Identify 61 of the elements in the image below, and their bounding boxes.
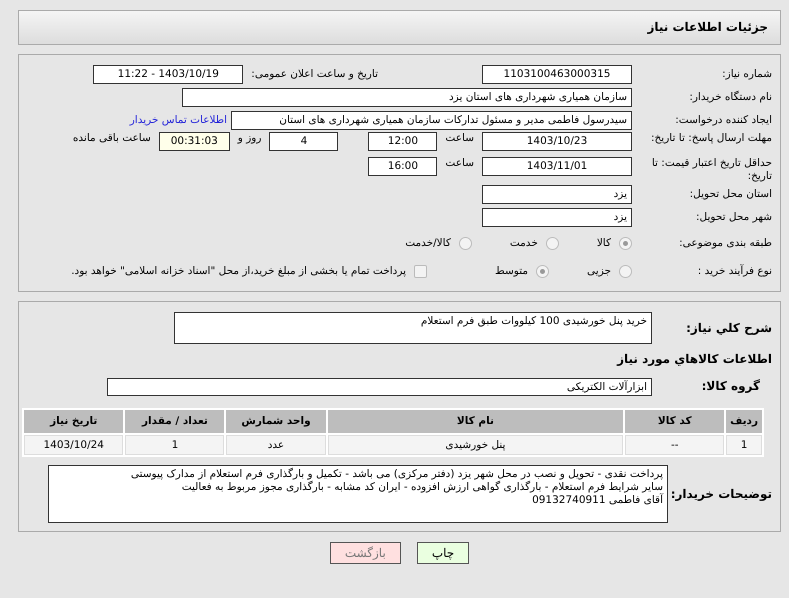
field-label: ساعت xyxy=(444,132,475,146)
text-field[interactable]: 4 xyxy=(269,132,338,151)
table-cell: 1 xyxy=(125,435,224,456)
field-label: استان محل تحویل: xyxy=(688,188,773,202)
option-label: خدمت xyxy=(510,236,538,250)
text-field[interactable]: یزد xyxy=(482,185,632,204)
table-cell: 1403/10/24 xyxy=(24,435,124,456)
option-label: جزیی xyxy=(587,264,611,278)
text-field[interactable]: 1403/10/23 xyxy=(482,132,632,151)
column-header: واحد شمارش xyxy=(226,410,326,434)
column-header: تعداد / مقدار xyxy=(125,410,224,434)
table-cell: پنل خورشیدی xyxy=(328,435,624,456)
field-label: طبقه بندی موضوعی: xyxy=(678,236,773,250)
page-title: جزئیات اطلاعات نیاز xyxy=(647,20,768,35)
field-label: حداقل تاریخ اعتبار قیمت: تا تاریخ: xyxy=(650,157,773,184)
field-label: شهر محل تحویل: xyxy=(695,211,773,224)
field-label: روز و xyxy=(236,132,262,146)
field-label: نوع فرآیند خرید : xyxy=(696,264,773,278)
field-label: ساعت باقی مانده xyxy=(72,132,152,146)
checkbox-label: پرداخت تمام یا بخشی از مبلغ خرید،از محل "اسناد خزانه اسلامی" خواهد بود. xyxy=(71,264,406,278)
description-field[interactable]: خرید پنل خورشیدی 100 کیلووات طبق فرم استعلام xyxy=(174,312,652,344)
checkbox[interactable] xyxy=(414,264,428,278)
print-button[interactable]: چاپ xyxy=(416,542,470,564)
table-cell: 1 xyxy=(726,435,762,456)
column-header: تاریخ نیاز xyxy=(24,410,124,434)
radio-button[interactable] xyxy=(619,264,632,278)
section-title: اطلاعات کالاهاي مورد نياز xyxy=(617,352,773,368)
text-field[interactable]: 1403/10/19 - 11:22 xyxy=(93,65,244,84)
field-label: مهلت ارسال پاسخ: تا تاریخ: xyxy=(650,132,773,146)
column-header: کد کالا xyxy=(625,410,724,434)
option-label: کالا/خدمت xyxy=(405,236,451,250)
text-field[interactable]: 1103100463000315 xyxy=(482,65,632,84)
text-field[interactable]: 1403/11/01 xyxy=(482,157,632,176)
radio-button[interactable] xyxy=(458,236,472,250)
field-label: تاریخ و ساعت اعلان عمومی: xyxy=(250,68,379,82)
field-label: ساعت xyxy=(444,157,475,170)
field-label: توضیحات خریدار: xyxy=(670,486,773,502)
radio-button[interactable] xyxy=(619,236,632,250)
text-field[interactable]: ابزارآلات الکتریکی xyxy=(107,378,652,396)
field-label: گروه کالا: xyxy=(700,379,761,394)
radio-button[interactable] xyxy=(536,264,550,278)
column-header: ردیف xyxy=(726,410,762,434)
contact-link[interactable]: اطلاعات تماس خریدار xyxy=(130,114,227,128)
text-field[interactable]: یزد xyxy=(482,208,632,228)
field-label: شرح کلي نياز: xyxy=(685,320,773,336)
option-label: متوسط xyxy=(495,264,528,278)
back-button[interactable]: بازگشت xyxy=(330,542,401,564)
notes-field[interactable]: پرداخت نقدی - تحویل و نصب در محل شهر یزد (دفتر مرکزی) می باشد - تکمیل و بارگذاری فرم استعلام از مدارک پیوستی سایر شرایط فرم استعلام - بارگذاری گواهی ارزش افزوده - ایران کد مشابه - بارگذاری مجوز مربوط به فعالیت آقای فاطمی 09132740911 xyxy=(48,465,668,524)
field-label: ایجاد کننده درخواست: xyxy=(674,114,773,128)
text-field[interactable]: 00:31:03 xyxy=(158,132,230,151)
field-label: نام دستگاه خریدار: xyxy=(688,90,773,104)
option-label: کالا xyxy=(596,236,611,250)
table-cell: -- xyxy=(625,435,724,456)
text-field[interactable]: سیدرسول فاطمی مدیر و مسئول تدارکات سازمان همیاری شهرداری های استان xyxy=(231,111,632,130)
radio-button[interactable] xyxy=(546,236,559,250)
column-header: نام کالا xyxy=(328,410,624,434)
field-label: شماره نیاز: xyxy=(721,68,773,82)
text-field[interactable]: 12:00 xyxy=(368,132,438,151)
table-cell: عدد xyxy=(226,435,326,456)
text-field[interactable]: 16:00 xyxy=(368,157,438,176)
text-field[interactable]: سازمان همیاری شهرداری های استان یزد xyxy=(182,88,632,107)
